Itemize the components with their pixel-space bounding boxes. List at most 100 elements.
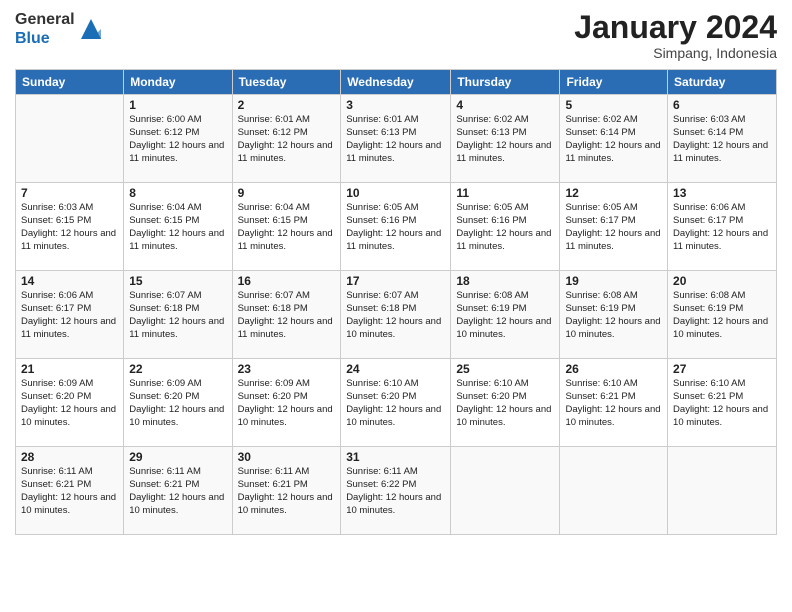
day-number: 24 [346, 362, 445, 376]
day-number: 28 [21, 450, 118, 464]
day-info: Sunrise: 6:11 AMSunset: 6:22 PMDaylight:… [346, 466, 445, 517]
weekday-header: Sunday [16, 70, 124, 95]
day-number: 4 [456, 98, 554, 112]
day-number: 29 [129, 450, 226, 464]
weekday-header: Tuesday [232, 70, 341, 95]
calendar-cell: 13 Sunrise: 6:06 AMSunset: 6:17 PMDayligh… [668, 183, 777, 271]
day-number: 14 [21, 274, 118, 288]
day-info: Sunrise: 6:11 AMSunset: 6:21 PMDaylight:… [238, 466, 336, 517]
day-info: Sunrise: 6:09 AMSunset: 6:20 PMDaylight:… [21, 378, 118, 429]
day-info: Sunrise: 6:08 AMSunset: 6:19 PMDaylight:… [565, 290, 662, 341]
day-info: Sunrise: 6:09 AMSunset: 6:20 PMDaylight:… [129, 378, 226, 429]
day-number: 19 [565, 274, 662, 288]
day-number: 21 [21, 362, 118, 376]
calendar-cell [451, 447, 560, 535]
logo-icon [77, 15, 105, 43]
calendar-cell: 24Sunrise: 6:10 AMSunset: 6:20 PMDayligh… [341, 359, 451, 447]
calendar-cell: 29 Sunrise: 6:11 AMSunset: 6:21 PMDayligh… [124, 447, 232, 535]
day-info: Sunrise: 6:07 AMSunset: 6:18 PMDaylight:… [346, 290, 445, 341]
calendar-week-row: 1Sunrise: 6:00 AMSunset: 6:12 PMDaylight… [16, 95, 777, 183]
header: General Blue January 2024 Simpang, Indon… [15, 10, 777, 61]
day-info: Sunrise: 6:02 AMSunset: 6:14 PMDaylight:… [565, 114, 662, 165]
calendar-cell: 28 Sunrise: 6:11 AMSunset: 6:21 PMDayligh… [16, 447, 124, 535]
weekday-header: Thursday [451, 70, 560, 95]
day-number: 22 [129, 362, 226, 376]
day-number: 3 [346, 98, 445, 112]
calendar-cell: 10Sunrise: 6:05 AMSunset: 6:16 PMDayligh… [341, 183, 451, 271]
calendar-cell: 27 Sunrise: 6:10 AMSunset: 6:21 PMDayligh… [668, 359, 777, 447]
day-number: 25 [456, 362, 554, 376]
day-info: Sunrise: 6:04 AMSunset: 6:15 PMDaylight:… [129, 202, 226, 253]
day-number: 20 [673, 274, 771, 288]
calendar-cell [668, 447, 777, 535]
day-number: 6 [673, 98, 771, 112]
day-info: Sunrise: 6:01 AMSunset: 6:13 PMDaylight:… [346, 114, 445, 165]
calendar-cell: 6 Sunrise: 6:03 AMSunset: 6:14 PMDaylight… [668, 95, 777, 183]
weekday-header: Saturday [668, 70, 777, 95]
day-info: Sunrise: 6:06 AMSunset: 6:17 PMDaylight:… [673, 202, 771, 253]
day-number: 13 [673, 186, 771, 200]
weekday-header: Wednesday [341, 70, 451, 95]
day-info: Sunrise: 6:02 AMSunset: 6:13 PMDaylight:… [456, 114, 554, 165]
calendar-cell: 4 Sunrise: 6:02 AMSunset: 6:13 PMDaylight… [451, 95, 560, 183]
day-number: 12 [565, 186, 662, 200]
day-number: 9 [238, 186, 336, 200]
calendar-cell: 22 Sunrise: 6:09 AMSunset: 6:20 PMDayligh… [124, 359, 232, 447]
calendar-cell: 18 Sunrise: 6:08 AMSunset: 6:19 PMDayligh… [451, 271, 560, 359]
calendar-week-row: 28 Sunrise: 6:11 AMSunset: 6:21 PMDayligh… [16, 447, 777, 535]
day-info: Sunrise: 6:01 AMSunset: 6:12 PMDaylight:… [238, 114, 336, 165]
calendar-table: SundayMondayTuesdayWednesdayThursdayFrid… [15, 69, 777, 535]
day-number: 17 [346, 274, 445, 288]
day-info: Sunrise: 6:11 AMSunset: 6:21 PMDaylight:… [21, 466, 118, 517]
page: General Blue January 2024 Simpang, Indon… [0, 0, 792, 612]
calendar-cell: 19 Sunrise: 6:08 AMSunset: 6:19 PMDayligh… [560, 271, 668, 359]
month-title: January 2024 [574, 10, 777, 45]
calendar-week-row: 14Sunrise: 6:06 AMSunset: 6:17 PMDayligh… [16, 271, 777, 359]
day-number: 30 [238, 450, 336, 464]
day-info: Sunrise: 6:10 AMSunset: 6:21 PMDaylight:… [673, 378, 771, 429]
day-number: 8 [129, 186, 226, 200]
day-info: Sunrise: 6:09 AMSunset: 6:20 PMDaylight:… [238, 378, 336, 429]
calendar-cell: 3 Sunrise: 6:01 AMSunset: 6:13 PMDaylight… [341, 95, 451, 183]
day-info: Sunrise: 6:07 AMSunset: 6:18 PMDaylight:… [238, 290, 336, 341]
calendar-cell: 12 Sunrise: 6:05 AMSunset: 6:17 PMDayligh… [560, 183, 668, 271]
day-info: Sunrise: 6:07 AMSunset: 6:18 PMDaylight:… [129, 290, 226, 341]
calendar-cell: 25Sunrise: 6:10 AMSunset: 6:20 PMDayligh… [451, 359, 560, 447]
calendar-cell: 17 Sunrise: 6:07 AMSunset: 6:18 PMDayligh… [341, 271, 451, 359]
calendar-cell: 1Sunrise: 6:00 AMSunset: 6:12 PMDaylight… [124, 95, 232, 183]
title-area: January 2024 Simpang, Indonesia [574, 10, 777, 61]
day-info: Sunrise: 6:00 AMSunset: 6:12 PMDaylight:… [129, 114, 226, 165]
day-number: 11 [456, 186, 554, 200]
day-number: 16 [238, 274, 336, 288]
location: Simpang, Indonesia [574, 45, 777, 61]
day-number: 18 [456, 274, 554, 288]
calendar-week-row: 7 Sunrise: 6:03 AMSunset: 6:15 PMDaylight… [16, 183, 777, 271]
day-info: Sunrise: 6:05 AMSunset: 6:16 PMDaylight:… [346, 202, 445, 253]
calendar-cell: 26Sunrise: 6:10 AMSunset: 6:21 PMDayligh… [560, 359, 668, 447]
day-number: 5 [565, 98, 662, 112]
calendar-cell: 8 Sunrise: 6:04 AMSunset: 6:15 PMDaylight… [124, 183, 232, 271]
day-info: Sunrise: 6:04 AMSunset: 6:15 PMDaylight:… [238, 202, 336, 253]
day-info: Sunrise: 6:11 AMSunset: 6:21 PMDaylight:… [129, 466, 226, 517]
weekday-header: Friday [560, 70, 668, 95]
calendar-cell: 9 Sunrise: 6:04 AMSunset: 6:15 PMDaylight… [232, 183, 341, 271]
calendar-cell: 7 Sunrise: 6:03 AMSunset: 6:15 PMDaylight… [16, 183, 124, 271]
calendar-cell: 16 Sunrise: 6:07 AMSunset: 6:18 PMDayligh… [232, 271, 341, 359]
day-number: 27 [673, 362, 771, 376]
day-number: 7 [21, 186, 118, 200]
day-info: Sunrise: 6:03 AMSunset: 6:14 PMDaylight:… [673, 114, 771, 165]
day-number: 26 [565, 362, 662, 376]
calendar-cell: 23Sunrise: 6:09 AMSunset: 6:20 PMDayligh… [232, 359, 341, 447]
day-info: Sunrise: 6:08 AMSunset: 6:19 PMDaylight:… [456, 290, 554, 341]
calendar-week-row: 21 Sunrise: 6:09 AMSunset: 6:20 PMDayligh… [16, 359, 777, 447]
weekday-header: Monday [124, 70, 232, 95]
calendar-cell: 20 Sunrise: 6:08 AMSunset: 6:19 PMDayligh… [668, 271, 777, 359]
calendar-cell: 15Sunrise: 6:07 AMSunset: 6:18 PMDayligh… [124, 271, 232, 359]
day-info: Sunrise: 6:03 AMSunset: 6:15 PMDaylight:… [21, 202, 118, 253]
day-number: 31 [346, 450, 445, 464]
calendar-cell: 30 Sunrise: 6:11 AMSunset: 6:21 PMDayligh… [232, 447, 341, 535]
calendar-cell [560, 447, 668, 535]
day-info: Sunrise: 6:08 AMSunset: 6:19 PMDaylight:… [673, 290, 771, 341]
day-info: Sunrise: 6:05 AMSunset: 6:17 PMDaylight:… [565, 202, 662, 253]
calendar-cell: 14Sunrise: 6:06 AMSunset: 6:17 PMDayligh… [16, 271, 124, 359]
